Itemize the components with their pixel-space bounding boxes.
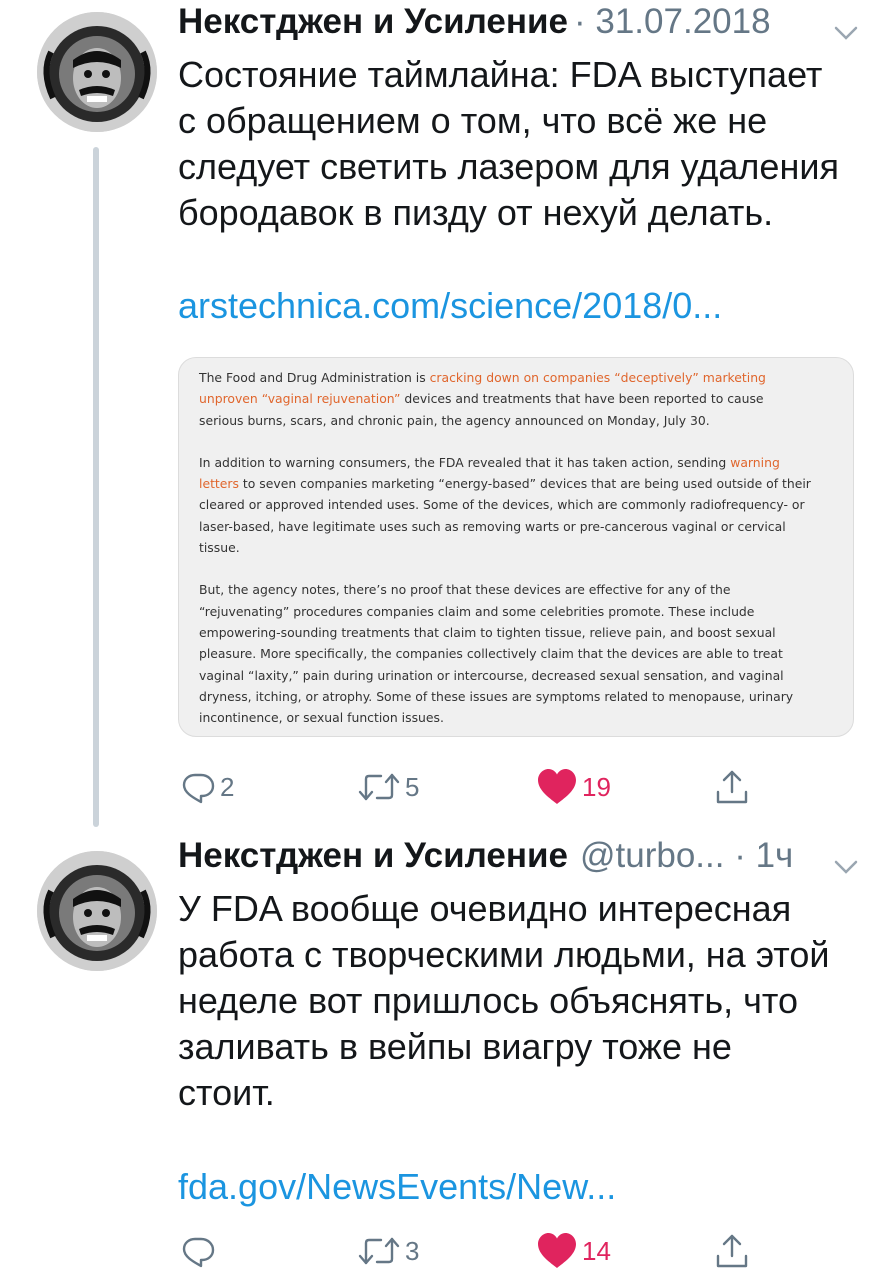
- avatar-image: [37, 851, 157, 971]
- tweet-link[interactable]: arstechnica.com/science/2018/0...: [178, 285, 722, 327]
- like-count: 19: [582, 771, 611, 802]
- retweet-button[interactable]: 5: [357, 762, 419, 812]
- card-text-line: In addition to warning consumers, the FD…: [199, 452, 833, 473]
- avatar[interactable]: [37, 12, 157, 132]
- card-text-line: The Food and Drug Administration is crac…: [199, 367, 833, 388]
- card-text: vaginal “laxity,” pain during urination …: [199, 667, 784, 683]
- thread-connector-line: [93, 147, 99, 827]
- tweet-text-line: следует светить лазером для удаления: [178, 146, 839, 187]
- reply-button[interactable]: [180, 1226, 220, 1276]
- card-text-line: tissue.: [199, 537, 833, 558]
- tweet-text: У FDA вообще очевидно интересная работа …: [178, 886, 878, 1116]
- author-name[interactable]: Некстджен и Усиление: [178, 2, 568, 42]
- card-text-line: dryness, itching, or atrophy. Some of th…: [199, 686, 833, 707]
- tweet-link[interactable]: fda.gov/NewsEvents/New...: [178, 1166, 616, 1208]
- card-text: devices and treatments that have been re…: [400, 391, 764, 407]
- card-text-line: serious burns, scars, and chronic pain, …: [199, 410, 833, 431]
- tweet-actions: 2 5 19: [178, 762, 778, 812]
- card-text-line: But, the agency notes, there’s no proof …: [199, 579, 833, 600]
- card-text: dryness, itching, or atrophy. Some of th…: [199, 688, 794, 704]
- avatar-image: [37, 12, 157, 132]
- card-text: In addition to warning consumers, the FD…: [199, 454, 731, 470]
- retweet-icon: [358, 1237, 400, 1265]
- tweet-text-line: У FDA вообще очевидно интересная: [178, 888, 792, 929]
- card-paragraph: In addition to warning consumers, the FD…: [199, 452, 833, 558]
- tweet-text-line: заливать в вейпы виагру тоже не: [178, 1026, 732, 1067]
- tweet-text: Состояние таймлайна: FDA выступает с обр…: [178, 52, 878, 236]
- reply-icon: [182, 773, 215, 804]
- reply-icon: [182, 1237, 215, 1268]
- avatar[interactable]: [37, 851, 157, 971]
- tweet-text-line: работа с творческими людьми, на этой: [178, 934, 830, 975]
- tweet-actions: 3 14: [178, 1226, 778, 1276]
- card-text-line: unproven “vaginal rejuvenation” devices …: [199, 388, 833, 409]
- card-inline-link[interactable]: letters: [199, 476, 239, 491]
- card-text: The Food and Drug Administration is: [199, 370, 430, 385]
- card-text: pleasure. More specifically, the compani…: [199, 646, 783, 662]
- share-icon: [716, 770, 748, 804]
- card-text: cleared or approved intended uses. Some …: [199, 497, 805, 513]
- share-button[interactable]: [714, 1226, 750, 1276]
- card-text: “rejuvenating” procedures companies clai…: [199, 603, 755, 619]
- card-paragraph: But, the agency notes, there’s no proof …: [199, 579, 833, 728]
- tweet-header: Некстджен и Усиление @turbo... · 1ч: [178, 836, 793, 888]
- chevron-down-icon[interactable]: [831, 852, 861, 882]
- card-text-line: letters to seven companies marketing “en…: [199, 473, 833, 494]
- like-count: 14: [582, 1235, 611, 1266]
- share-icon: [716, 1234, 748, 1268]
- card-text-line: vaginal “laxity,” pain during urination …: [199, 665, 833, 686]
- card-text-line: “rejuvenating” procedures companies clai…: [199, 601, 833, 622]
- card-text: laser-based, have legitimate uses such a…: [199, 518, 786, 534]
- card-paragraph: The Food and Drug Administration is crac…: [199, 367, 833, 431]
- tweet-text-line: стоит.: [178, 1072, 275, 1113]
- heart-icon: [538, 1233, 576, 1268]
- like-button[interactable]: 14: [536, 1226, 611, 1276]
- retweet-count: 5: [405, 771, 420, 802]
- reply-count: 2: [220, 771, 235, 802]
- card-text: But, the agency notes, there’s no proof …: [199, 582, 731, 598]
- share-button[interactable]: [714, 762, 750, 812]
- tweet-text-line: бородавок в пизду от нехуй делать.: [178, 192, 774, 233]
- card-text-line: empowering-sounding treatments that clai…: [199, 622, 833, 643]
- tweet-text-line: Состояние таймлайна: FDA выступает: [178, 54, 823, 95]
- card-text-line: incontinence, or sexual function issues.: [199, 707, 833, 728]
- retweet-count: 3: [405, 1235, 420, 1266]
- card-text: to seven companies marketing “energy-bas…: [238, 476, 811, 492]
- card-text-line: cleared or approved intended uses. Some …: [199, 494, 833, 515]
- card-text: incontinence, or sexual function issues.: [199, 710, 444, 726]
- tweet-header: Некстджен и Усиление · 31.07.2018: [178, 2, 771, 54]
- reply-button[interactable]: 2: [180, 762, 234, 812]
- article-preview-card[interactable]: The Food and Drug Administration is crac…: [178, 357, 854, 737]
- card-inline-link[interactable]: warning: [730, 455, 780, 470]
- card-text-line: laser-based, have legitimate uses such a…: [199, 516, 833, 537]
- card-inline-link[interactable]: unproven “vaginal rejuvenation”: [199, 391, 400, 406]
- card-text-line: pleasure. More specifically, the compani…: [199, 643, 833, 664]
- card-text: tissue.: [199, 540, 240, 556]
- tweet-text-line: с обращением о том, что всё же не: [178, 100, 768, 141]
- retweet-icon: [358, 773, 400, 801]
- tweet-text-line: неделе вот пришлось объяснять, что: [178, 980, 799, 1021]
- card-text: serious burns, scars, and chronic pain, …: [199, 412, 710, 428]
- tweet-meta[interactable]: @turbo... · 1ч: [580, 836, 793, 876]
- card-inline-link[interactable]: cracking down on companies “deceptively”…: [430, 370, 766, 385]
- like-button[interactable]: 19: [536, 762, 611, 812]
- retweet-button[interactable]: 3: [357, 1226, 419, 1276]
- author-name[interactable]: Некстджен и Усиление: [178, 836, 568, 876]
- heart-icon: [538, 769, 576, 804]
- tweet-meta[interactable]: · 31.07.2018: [574, 2, 771, 42]
- card-text: empowering-sounding treatments that clai…: [199, 624, 776, 640]
- chevron-down-icon[interactable]: [831, 18, 861, 48]
